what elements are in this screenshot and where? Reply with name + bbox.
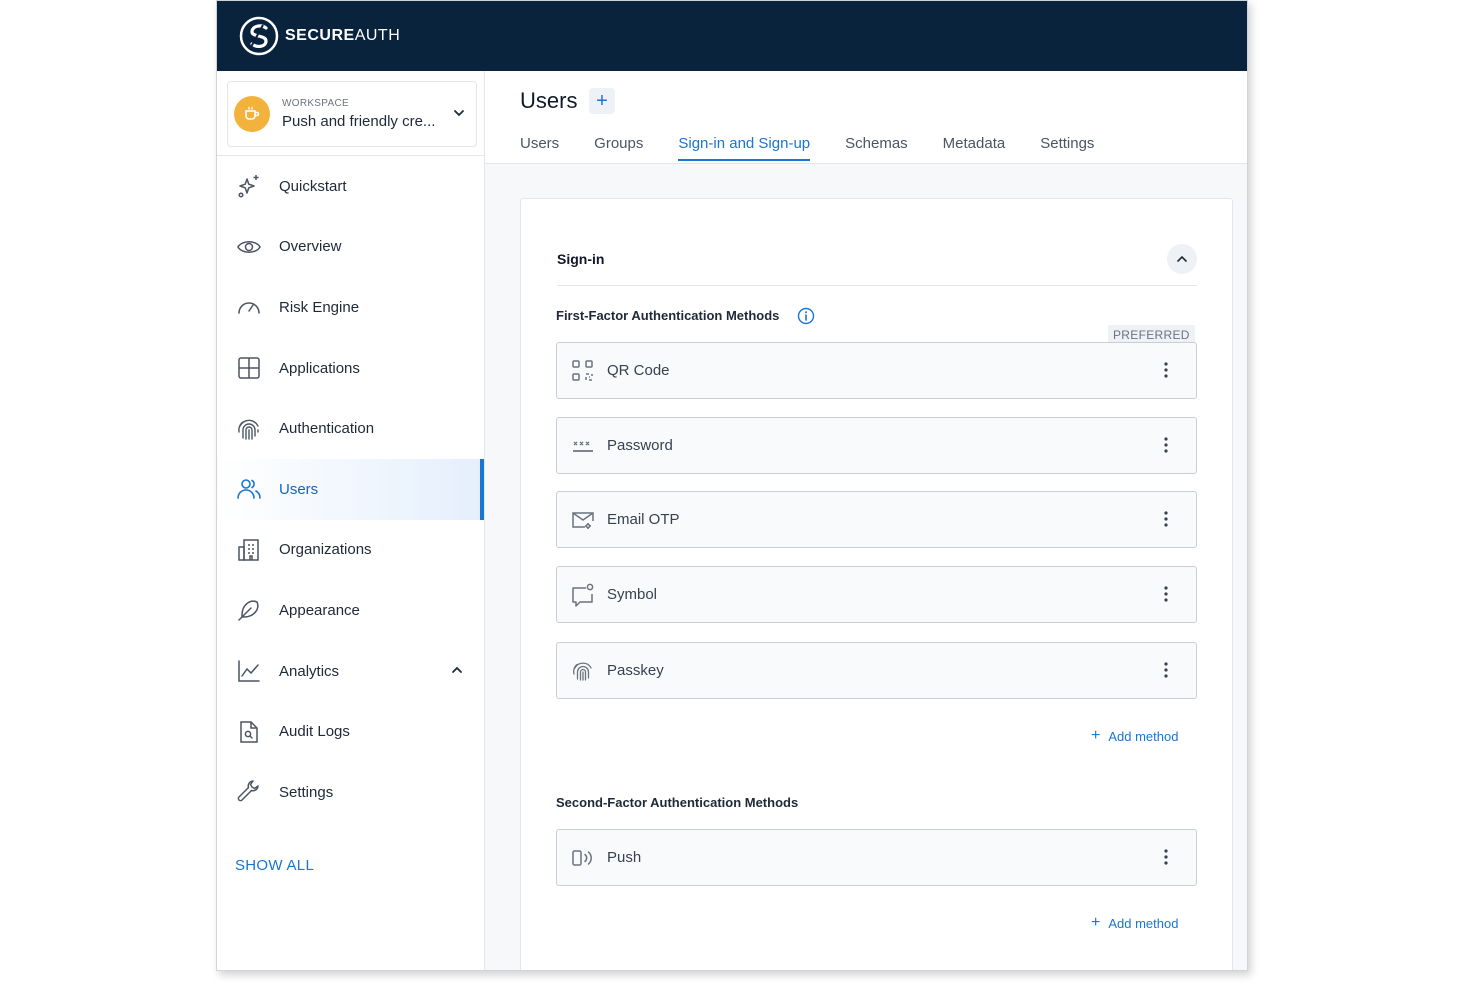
gauge-icon [235,293,263,321]
workspace-avatar [234,96,270,132]
sidebar-item-label: Applications [279,359,360,377]
section-title: Sign-in [557,251,605,267]
push-icon [571,846,595,870]
sidebar-item-label: Organizations [279,541,372,559]
users-icon [235,475,263,503]
method-password[interactable]: Password [556,417,1197,474]
sidebar-item-quickstart[interactable]: Quickstart [217,156,484,217]
sidebar-item-organizations[interactable]: Organizations [217,520,484,581]
workspace-name: Push and friendly cre... [282,113,436,130]
fingerprint-icon [571,659,595,683]
method-label: QR Code [607,362,670,379]
app-window: SECUREAUTH WORKSPACE Push and friendly c… [216,0,1248,971]
sidebar-item-analytics[interactable]: Analytics [217,641,484,702]
grid-icon [235,354,263,382]
chart-line-icon [235,657,263,685]
sidebar-item-settings[interactable]: Settings [217,762,484,823]
add-user-button[interactable]: + [589,88,615,114]
sidebar-item-label: Analytics [279,662,340,680]
divider [557,285,1197,286]
coffee-cup-icon [245,106,260,120]
eye-icon [235,233,263,261]
add-first-factor-method-button[interactable]: + Add method [1091,727,1178,745]
sidebar-nav: Quickstart Overview Risk Engine Applicat… [217,156,484,823]
tab-settings[interactable]: Settings [1040,135,1094,161]
kebab-menu-icon[interactable] [1164,586,1168,602]
sidebar-item-label: Appearance [279,601,360,619]
sidebar-item-appearance[interactable]: Appearance [217,580,484,641]
add-method-label: Add method [1108,915,1179,931]
plus-icon: + [1091,914,1101,931]
tab-bar: Users Groups Sign-in and Sign-up Schemas… [520,135,1129,161]
chevron-up-icon [1177,255,1187,262]
kebab-menu-icon[interactable] [1164,437,1168,453]
brand-name: SECUREAUTH [285,27,401,44]
show-all-link[interactable]: SHOW ALL [235,857,314,874]
sidebar-item-label: Authentication [279,420,375,438]
fingerprint-icon [235,415,263,443]
email-otp-icon [571,508,595,532]
secureauth-logo-icon[interactable] [239,16,279,56]
add-second-factor-method-button[interactable]: + Add method [1091,914,1178,932]
page-title: Users [520,88,578,113]
second-factor-title: Second-Factor Authentication Methods [556,795,799,810]
kebab-menu-icon[interactable] [1164,511,1168,527]
qr-code-icon [571,359,595,383]
method-push[interactable]: Push [556,829,1197,886]
method-label: Password [607,437,673,454]
kebab-menu-icon[interactable] [1164,362,1168,378]
plus-icon: + [596,89,608,112]
building-icon [235,536,263,564]
tab-sign-in-and-sign-up[interactable]: Sign-in and Sign-up [678,135,811,161]
page-header: Users + Users Groups Sign-in and Sign-up… [485,71,1247,164]
sidebar-item-applications[interactable]: Applications [217,338,484,399]
password-icon [571,434,595,458]
main-content: Users + Users Groups Sign-in and Sign-up… [485,71,1247,970]
tab-groups[interactable]: Groups [594,135,643,161]
feather-icon [235,596,263,624]
sidebar-item-label: Overview [279,238,342,256]
sidebar-item-users[interactable]: Users [217,458,484,520]
method-email-otp[interactable]: Email OTP [556,491,1197,548]
chevron-up-icon[interactable] [450,663,464,677]
sidebar-item-label: Settings [279,783,334,801]
method-label: Push [607,849,642,866]
tab-users[interactable]: Users [520,135,559,161]
sidebar-item-label: Users [279,480,319,498]
document-search-icon [235,718,263,746]
sidebar-item-risk-engine[interactable]: Risk Engine [217,277,484,338]
method-qr-code[interactable]: QR Code [556,342,1197,399]
kebab-menu-icon[interactable] [1164,662,1168,678]
sidebar-item-label: Quickstart [279,177,347,195]
method-label: Passkey [607,662,664,679]
sign-in-card: Sign-in First-Factor Authentication Meth… [520,198,1233,970]
method-symbol[interactable]: Symbol [556,566,1197,623]
tab-metadata[interactable]: Metadata [943,135,1006,161]
sidebar-item-overview[interactable]: Overview [217,217,484,278]
kebab-menu-icon[interactable] [1164,849,1168,865]
info-icon[interactable] [797,307,815,325]
sparkle-icon [235,172,263,200]
sidebar-item-label: Risk Engine [279,298,360,316]
sidebar-item-authentication[interactable]: Authentication [217,398,484,459]
wrench-icon [235,778,263,806]
sidebar: WORKSPACE Push and friendly cre... Quick… [217,71,485,970]
method-label: Email OTP [607,511,680,528]
method-label: Symbol [607,586,658,603]
collapse-button[interactable] [1167,244,1197,274]
sidebar-item-label: Audit Logs [279,723,350,741]
sidebar-item-audit-logs[interactable]: Audit Logs [217,701,484,762]
workspace-label: WORKSPACE [282,98,349,109]
workspace-selector[interactable]: WORKSPACE Push and friendly cre... [227,81,477,147]
chevron-down-icon[interactable] [452,106,466,120]
add-method-label: Add method [1108,728,1179,744]
symbol-icon [571,583,595,607]
tab-schemas[interactable]: Schemas [845,135,908,161]
plus-icon: + [1091,727,1101,744]
method-passkey[interactable]: Passkey [556,642,1197,699]
first-factor-title: First-Factor Authentication Methods [556,308,780,323]
top-bar: SECUREAUTH [217,1,1247,71]
